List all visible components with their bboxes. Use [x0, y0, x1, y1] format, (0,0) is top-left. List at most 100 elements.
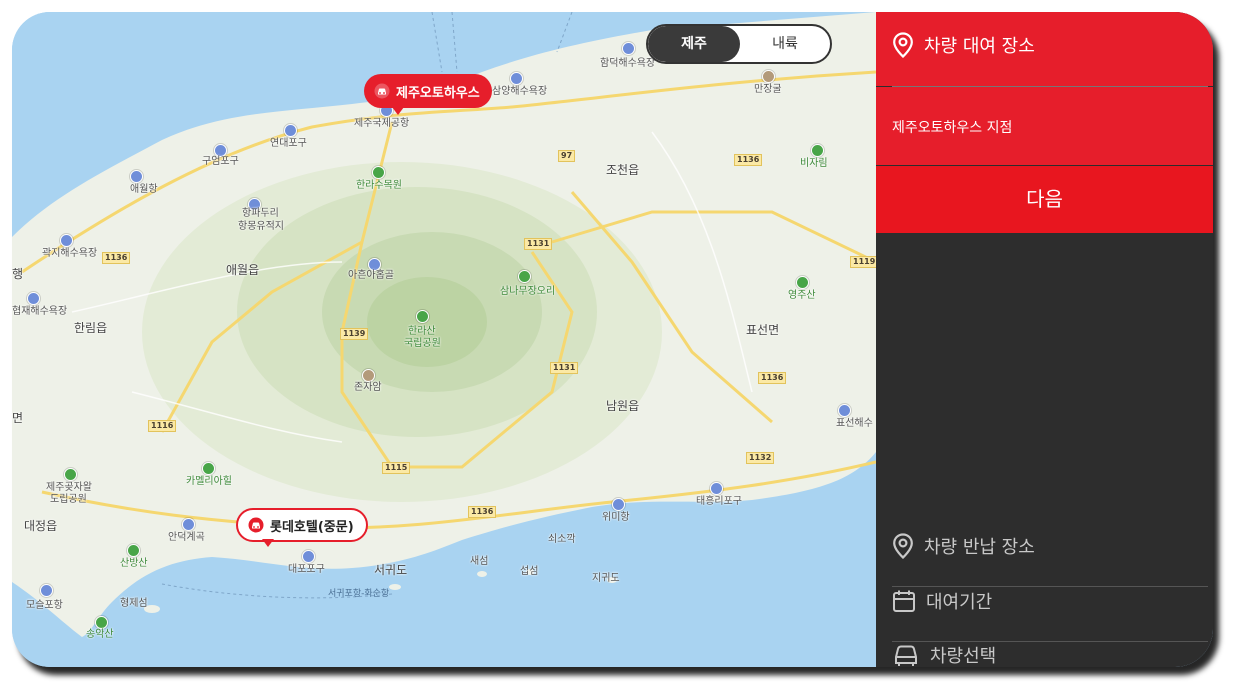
map-label: 서귀도 — [374, 563, 408, 577]
map-label: 형제섬 — [120, 598, 148, 609]
map-label: 구엄포구 — [202, 156, 239, 167]
park-icon — [811, 144, 824, 157]
park-icon — [372, 166, 385, 179]
jeju-map[interactable]: 제주국제공항 함덕해수욕장 삼양해수욕장 만장굴 연대포구 구엄포구 애월항 한… — [12, 12, 876, 667]
map-label: 삼나무장오리 — [500, 286, 556, 297]
map-label: 송악산 — [86, 629, 114, 640]
map-label: 항몽유적지 — [238, 221, 284, 232]
port-icon — [40, 584, 53, 597]
map-label: 함덕해수욕장 — [600, 58, 656, 69]
road-badge: 1131 — [524, 238, 553, 250]
map-label: 조천읍 — [606, 163, 640, 177]
marker-tail — [392, 107, 404, 115]
port-icon — [302, 550, 315, 563]
marker-tail — [262, 539, 274, 547]
port-icon — [284, 124, 297, 137]
port-icon — [710, 482, 723, 495]
pickup-location-marker[interactable]: 제주오토하우스 — [364, 74, 492, 115]
pin-icon — [893, 533, 913, 559]
map-label: 산방산 — [120, 558, 148, 569]
map-label: 표선면 — [746, 323, 780, 337]
mountain-icon — [416, 310, 429, 323]
road-badge: 1136 — [758, 372, 787, 384]
map-label: 한림읍 — [74, 321, 108, 335]
map-label: 한라산 — [408, 326, 436, 337]
road-badge: 1132 — [746, 452, 775, 464]
map-label: 곽지해수욕장 — [42, 248, 98, 259]
beach-icon — [60, 234, 73, 247]
map-label: 남원읍 — [606, 399, 640, 413]
step-rental-period[interactable]: 대여기간 — [892, 574, 1208, 628]
map-label: 한라수목원 — [356, 180, 402, 191]
temple-icon — [362, 369, 375, 382]
hotel-location-marker[interactable]: 롯데호텔(중문) — [236, 508, 368, 547]
beach-icon — [622, 42, 635, 55]
road-badge: 1136 — [468, 506, 497, 518]
step-label: 대여기간 — [926, 592, 993, 613]
map-label: 비자림 — [800, 158, 828, 169]
map-label: 면 — [12, 411, 24, 425]
map-label: 만장굴 — [754, 84, 782, 95]
pin-icon — [893, 32, 913, 58]
map-label: 대정읍 — [24, 519, 58, 533]
step-return-place[interactable]: 차량 반납 장소 — [892, 519, 1208, 573]
beach-icon — [27, 292, 40, 305]
beach-icon — [510, 72, 523, 85]
map-label: 연대포구 — [270, 138, 307, 149]
region-option-jeju[interactable]: 제주 — [648, 26, 740, 62]
step-car-select[interactable]: 차량선택 — [892, 628, 1208, 667]
map-label: 섭섬 — [520, 566, 539, 577]
map-label: 위미항 — [602, 512, 630, 523]
road-badge: 97 — [558, 150, 576, 162]
calendar-icon — [893, 590, 915, 612]
car-marker-icon — [374, 83, 390, 99]
valley-icon — [182, 518, 195, 531]
park-icon — [518, 270, 531, 283]
mountain-icon — [127, 544, 140, 557]
map-label: 서귀포항-화순항 — [328, 589, 390, 599]
map-label: 존자암 — [354, 382, 382, 393]
step-label: 차량선택 — [930, 646, 997, 667]
map-label: 행 — [12, 267, 24, 281]
beach-icon — [838, 404, 851, 417]
road-badge: 1115 — [382, 462, 411, 474]
map-label: 아흔아홉골 — [348, 270, 394, 281]
park-icon — [64, 468, 77, 481]
map-label: 애월읍 — [226, 263, 260, 277]
map-label: 협재해수욕장 — [12, 306, 68, 317]
map-label: 제주곶자왈 — [46, 482, 92, 493]
map-label: 새섬 — [470, 556, 489, 567]
park-icon — [796, 276, 809, 289]
map-label: 쇠소깍 — [548, 534, 576, 545]
car-marker-icon — [248, 517, 264, 533]
pickup-title: 차량 대여 장소 — [924, 36, 1035, 57]
marker-label: 제주오토하우스 — [396, 85, 480, 101]
reservation-panel: 차량 대여 장소 제주오토하우스 지점 다음 차량 반납 장소 대여기간 차량선… — [876, 12, 1213, 667]
map-label: 안덕계곡 — [168, 532, 205, 543]
region-toggle[interactable]: 제주 내륙 — [646, 24, 832, 64]
map-label: 영주산 — [788, 290, 816, 301]
cave-icon — [762, 70, 775, 83]
map-label: 삼양해수욕장 — [492, 86, 548, 97]
map-label: 애월항 — [130, 184, 158, 195]
app-frame: 제주국제공항 함덕해수욕장 삼양해수욕장 만장굴 연대포구 구엄포구 애월항 한… — [12, 12, 1213, 667]
map-label: 제주국제공항 — [354, 118, 410, 129]
step-label: 차량 반납 장소 — [924, 537, 1035, 558]
mountain-icon — [95, 616, 108, 629]
car-icon — [895, 645, 917, 666]
road-badge: 1119 — [850, 256, 876, 268]
region-option-mainland[interactable]: 내륙 — [740, 26, 830, 62]
map-label: 태흥리포구 — [696, 496, 742, 507]
pickup-header[interactable]: 차량 대여 장소 — [876, 12, 1213, 86]
pickup-value: 제주오토하우스 지점 — [892, 120, 1013, 136]
map-label: 도립공원 — [50, 494, 87, 505]
next-button[interactable]: 다음 — [876, 166, 1213, 233]
map-label: 카멜리아힐 — [186, 476, 232, 487]
map-label: 국립공원 — [404, 338, 441, 349]
pickup-selection[interactable]: 제주오토하우스 지점 — [876, 87, 1213, 165]
road-badge: 1136 — [102, 252, 131, 264]
map-label: 모슬포항 — [26, 600, 63, 611]
road-badge: 1139 — [340, 328, 369, 340]
road-badge: 1131 — [550, 362, 579, 374]
park-icon — [202, 462, 215, 475]
